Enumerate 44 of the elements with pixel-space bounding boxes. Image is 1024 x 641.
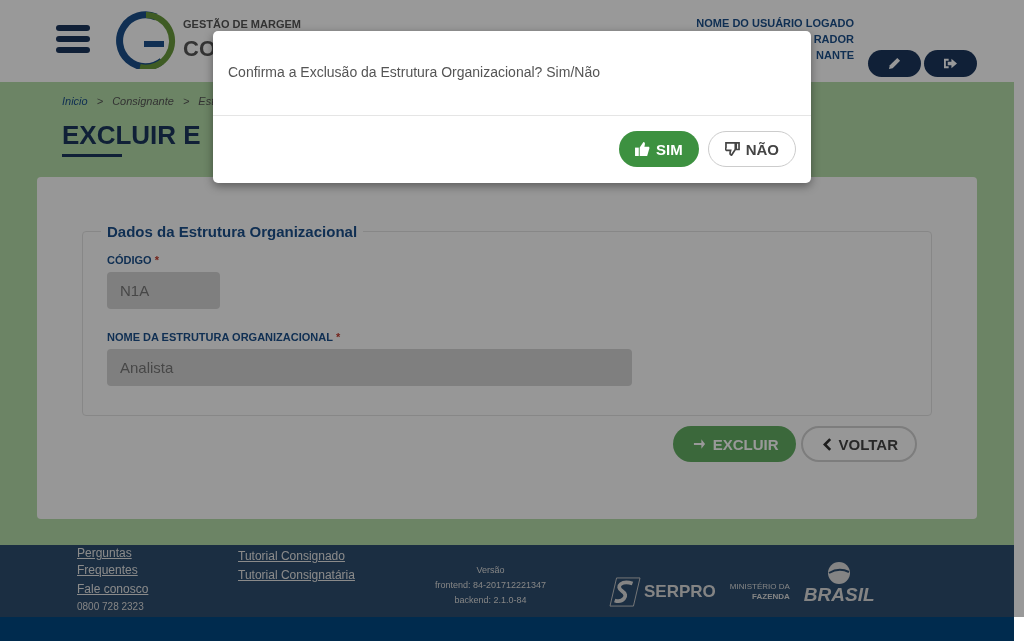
serpro-logo-icon: [608, 577, 642, 607]
thumbs-down-icon: [724, 142, 740, 156]
chevron-left-icon: [822, 437, 832, 451]
globe-icon: [827, 561, 852, 585]
footer-link[interactable]: Tutorial Consignatária: [238, 566, 408, 585]
version-text: frontend: 84-201712221347: [434, 579, 547, 592]
ministry-text: MINISTÉRIO DA: [729, 582, 790, 592]
delete-button[interactable]: EXCLUIR: [672, 426, 796, 462]
footer-link[interactable]: Perguntas: [77, 545, 238, 562]
arrow-right-icon: [692, 438, 706, 450]
page-title: EXCLUIR E: [62, 119, 201, 152]
user-info-text: NOME DO USUÁRIO LOGADO: [696, 16, 854, 31]
required-mark: *: [335, 331, 341, 343]
menu-icon[interactable]: [56, 25, 90, 53]
brasil-logo-text: BRASIL: [803, 585, 875, 605]
breadcrumb-separator: >: [182, 94, 190, 108]
edit-button[interactable]: [868, 50, 921, 77]
footer-link[interactable]: Fale conosco: [77, 581, 238, 598]
phone-number: 0800 728 2323: [77, 601, 145, 612]
breadcrumb-item: Consignante: [112, 94, 174, 108]
required-mark: *: [154, 254, 159, 266]
dialog-message: Confirma a Exclusão da Estrutura Organizacional? Sim/Não: [213, 31, 811, 116]
version-text: Versão: [476, 564, 505, 577]
pencil-icon: [888, 57, 901, 70]
user-info-text: NANTE: [816, 48, 854, 63]
logout-button[interactable]: [924, 50, 977, 77]
thumbs-up-icon: [635, 142, 650, 156]
footer-link[interactable]: Tutorial Consignado: [238, 547, 408, 566]
footer-link[interactable]: Frequentes: [77, 562, 238, 579]
no-button[interactable]: NÃO: [707, 131, 796, 167]
ministry-text: FAZENDA: [752, 592, 790, 602]
logout-icon: [943, 57, 958, 70]
yes-button[interactable]: SIM: [619, 131, 699, 167]
version-text: backend: 2.1.0-84: [454, 594, 527, 607]
serpro-logo-text: SERPRO: [644, 582, 716, 602]
user-info-text: RADOR: [813, 32, 854, 47]
logo-title: GESTÃO DE MARGEM: [183, 18, 301, 30]
field-label: NOME DA ESTRUTURA ORGANIZACIONAL: [107, 331, 333, 343]
breadcrumb-separator: >: [96, 94, 104, 108]
field-label: CÓDIGO: [107, 254, 152, 266]
back-button[interactable]: VOLTAR: [800, 426, 917, 462]
breadcrumb-link[interactable]: Inicio: [62, 94, 88, 108]
fieldset-legend: Dados da Estrutura Organizacional: [101, 223, 364, 240]
logo-icon: [116, 11, 176, 69]
